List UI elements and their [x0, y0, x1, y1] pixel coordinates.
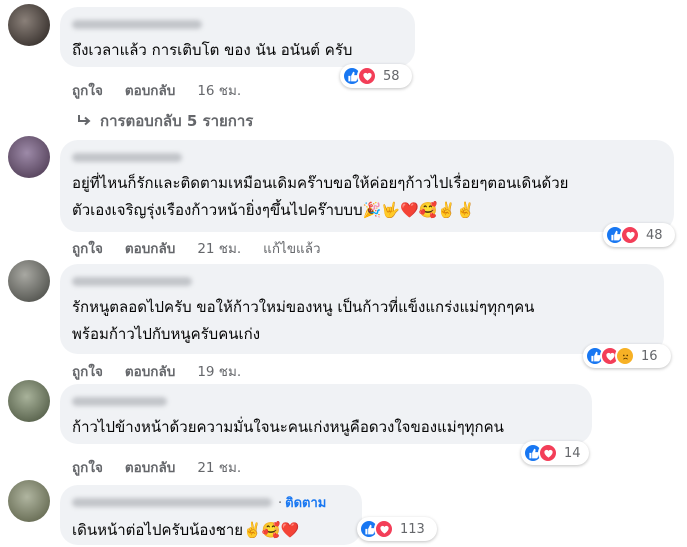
love-icon: [538, 443, 558, 463]
like-button[interactable]: ถูกใจ: [72, 360, 103, 382]
comment-actions: ถูกใจ ตอบกลับ 19 ชม.: [72, 360, 263, 382]
reaction-count: 48: [646, 227, 663, 243]
timestamp[interactable]: 21 ชม.: [197, 237, 241, 259]
follow-label: ติดตาม: [285, 496, 327, 511]
reply-button[interactable]: ตอบกลับ: [125, 237, 175, 259]
commenter-name[interactable]: [72, 397, 167, 406]
reaction-summary[interactable]: 16: [583, 344, 671, 368]
avatar[interactable]: [8, 260, 50, 302]
reaction-summary[interactable]: 113: [357, 517, 437, 541]
love-icon: [620, 225, 640, 245]
reply-button[interactable]: ตอบกลับ: [125, 456, 175, 478]
comment-bubble: ถึงเวลาแล้ว การเติบโต ของ นัน อนันต์ ครั…: [60, 7, 415, 67]
like-button[interactable]: ถูกใจ: [72, 456, 103, 478]
separator-dot: ·: [278, 496, 283, 511]
timestamp[interactable]: 16 ชม.: [197, 79, 241, 101]
comment-bubble: รักหนูตลอดไปครับ ขอให้ก้าวใหม่ของหนู เป็…: [60, 264, 664, 354]
sad-icon: [615, 346, 635, 366]
comment-text: ถึงเวลาแล้ว การเติบโต ของ นัน อนันต์ ครั…: [72, 41, 353, 59]
avatar[interactable]: [8, 480, 50, 522]
love-icon: [357, 66, 377, 86]
comment-text: เดินหน้าต่อไปครับน้องชาย✌️🥰❤️: [72, 521, 300, 539]
reply-button[interactable]: ตอบกลับ: [125, 79, 175, 101]
comment-text: ก้าวไปข้างหน้าด้วยความมั่นใจนะคนเก่งหนูค…: [72, 418, 504, 436]
timestamp[interactable]: 21 ชม.: [197, 456, 241, 478]
view-replies-label: การตอบกลับ 5 รายการ: [100, 112, 254, 130]
comment-bubble: ก้าวไปข้างหน้าด้วยความมั่นใจนะคนเก่งหนูค…: [60, 384, 592, 444]
reply-button[interactable]: ตอบกลับ: [125, 360, 175, 382]
comment-text: อยู่ที่ไหนก็รักและติดตามเหมือนเดิมคร๊าบข…: [72, 174, 569, 192]
comment-actions: ถูกใจ ตอบกลับ 21 ชม.: [72, 456, 263, 478]
reaction-count: 14: [564, 445, 581, 461]
reaction-count: 113: [400, 521, 425, 537]
timestamp[interactable]: 19 ชม.: [197, 360, 241, 382]
like-button[interactable]: ถูกใจ: [72, 237, 103, 259]
comment-bubble: อยู่ที่ไหนก็รักและติดตามเหมือนเดิมคร๊าบข…: [60, 140, 674, 232]
commenter-name[interactable]: [72, 20, 202, 29]
avatar[interactable]: [8, 136, 50, 178]
comment-text: พร้อมก้าวไปกับหนูครับคนเก่ง: [72, 325, 261, 343]
love-icon: [374, 519, 394, 539]
commenter-name[interactable]: [72, 277, 192, 286]
comment-text: ตัวเองเจริญรุ่งเรืองก้าวหน้ายิ่งๆขึ้นไปค…: [72, 201, 475, 219]
view-replies-button[interactable]: การตอบกลับ 5 รายการ: [76, 109, 253, 133]
reply-arrow-icon: [78, 115, 91, 126]
reaction-count: 16: [641, 348, 658, 364]
comment-text: รักหนูตลอดไปครับ ขอให้ก้าวใหม่ของหนู เป็…: [72, 298, 535, 316]
comment-actions: ถูกใจ ตอบกลับ 21 ชม. แก้ไขแล้ว: [72, 237, 343, 259]
commenter-name[interactable]: [72, 153, 182, 162]
follow-button[interactable]: · ติดตาม: [278, 496, 326, 511]
reaction-summary[interactable]: 48: [603, 223, 675, 247]
like-button[interactable]: ถูกใจ: [72, 79, 103, 101]
commenter-name[interactable]: [72, 498, 272, 507]
avatar[interactable]: [8, 4, 50, 46]
reaction-summary[interactable]: 14: [521, 441, 589, 465]
comment-actions: ถูกใจ ตอบกลับ 16 ชม.: [72, 79, 263, 101]
comment-bubble: · ติดตาม เดินหน้าต่อไปครับน้องชาย✌️🥰❤️: [60, 485, 362, 545]
avatar[interactable]: [8, 380, 50, 422]
reaction-count: 58: [383, 68, 400, 84]
edited-label[interactable]: แก้ไขแล้ว: [263, 237, 320, 259]
reaction-summary[interactable]: 58: [340, 64, 412, 88]
